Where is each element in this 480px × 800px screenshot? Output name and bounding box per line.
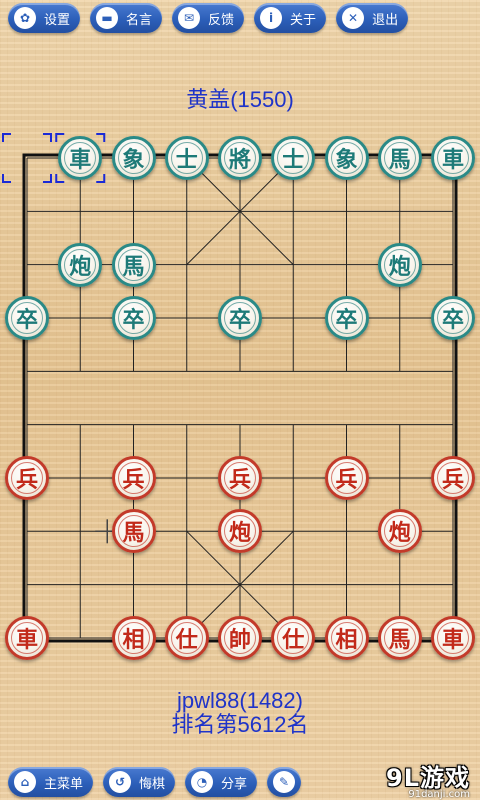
undo-button[interactable]: ↺ 悔棋: [103, 767, 176, 797]
red-piece[interactable]: 相: [111, 615, 156, 660]
piece-label: 帥: [228, 627, 251, 653]
move-marker-corner: [96, 133, 106, 142]
black-piece[interactable]: 馬: [111, 242, 156, 287]
black-piece[interactable]: 馬: [377, 136, 422, 180]
board-grid: [26, 157, 454, 639]
black-piece[interactable]: 卒: [431, 295, 475, 340]
pencil-icon: ✎: [273, 771, 296, 793]
main-menu-label: 主菜单: [44, 776, 84, 792]
black-piece[interactable]: 車: [431, 136, 475, 180]
move-marker-corner: [2, 133, 11, 142]
bottom-player-rank: 排名第5612名: [171, 712, 309, 737]
piece-label: 相: [335, 627, 358, 653]
red-piece[interactable]: 帥: [218, 615, 262, 660]
black-piece[interactable]: 車: [58, 136, 103, 180]
black-piece[interactable]: 卒: [111, 295, 156, 340]
piece-label: 卒: [15, 307, 38, 333]
brand-logo: 9L游戏 91danji.com: [386, 758, 470, 800]
piece-label: 兵: [122, 467, 145, 493]
red-piece[interactable]: 車: [431, 615, 475, 660]
red-piece[interactable]: 馬: [111, 509, 156, 554]
piece-label: 炮: [69, 254, 92, 280]
black-piece[interactable]: 士: [271, 136, 316, 180]
brand-text: 9L游戏: [386, 764, 470, 792]
black-piece[interactable]: 將: [218, 136, 262, 180]
black-piece[interactable]: 象: [111, 136, 156, 180]
red-piece[interactable]: 兵: [218, 455, 262, 500]
piece-label: 將: [228, 148, 251, 173]
piece-label: 兵: [441, 467, 464, 493]
piece-label: 炮: [388, 521, 411, 547]
chess-board[interactable]: [0, 0, 480, 800]
piece-label: 仕: [175, 627, 198, 653]
piece-label: 車: [441, 148, 464, 173]
undo-label: 悔棋: [139, 776, 166, 792]
move-marker-corner: [55, 133, 65, 142]
rss-icon: ◔: [191, 771, 214, 793]
home-icon: ⌂: [14, 771, 36, 793]
piece-label: 馬: [388, 627, 411, 653]
brand-subtext: 91danji.com: [408, 789, 470, 800]
piece-label: 相: [122, 627, 145, 653]
black-piece[interactable]: 象: [324, 136, 369, 180]
main-menu-button[interactable]: ⌂ 主菜单: [8, 767, 94, 797]
piece-label: 馬: [122, 521, 145, 547]
red-piece[interactable]: 馬: [377, 615, 422, 660]
piece-label: 炮: [228, 521, 251, 547]
red-piece[interactable]: 兵: [5, 455, 49, 500]
black-piece[interactable]: 炮: [58, 242, 103, 287]
piece-label: 兵: [335, 467, 358, 493]
piece-label: 象: [122, 148, 145, 173]
red-piece[interactable]: 兵: [431, 455, 475, 500]
share-button[interactable]: ◔ 分享: [185, 767, 258, 797]
piece-label: 馬: [122, 254, 145, 280]
move-marker-corner: [96, 174, 106, 183]
piece-label: 馬: [388, 148, 411, 173]
piece-label: 卒: [122, 307, 145, 333]
piece-label: 炮: [388, 254, 411, 280]
piece-label: 仕: [282, 627, 305, 653]
piece-label: 士: [175, 148, 198, 173]
move-marker-corner: [43, 133, 52, 142]
black-piece[interactable]: 士: [164, 136, 209, 180]
red-piece[interactable]: 炮: [218, 509, 262, 554]
piece-label: 兵: [15, 467, 38, 493]
piece-label: 象: [335, 148, 358, 173]
piece-label: 卒: [228, 307, 251, 333]
bottom-player-name: jpwl88(1482): [177, 688, 303, 713]
red-piece[interactable]: 仕: [164, 615, 209, 660]
black-piece[interactable]: 卒: [324, 295, 369, 340]
move-marker-corner: [43, 174, 52, 183]
share-label: 分享: [221, 776, 248, 792]
red-piece[interactable]: 車: [5, 615, 49, 660]
piece-label: 車: [441, 627, 464, 653]
piece-label: 車: [69, 148, 92, 173]
piece-label: 兵: [228, 467, 251, 493]
red-piece[interactable]: 兵: [324, 455, 369, 500]
black-piece[interactable]: 卒: [218, 295, 262, 340]
piece-label: 卒: [335, 307, 358, 333]
piece-label: 士: [282, 148, 305, 173]
move-marker-corner: [55, 174, 65, 183]
move-marker-corner: [2, 174, 11, 183]
red-piece[interactable]: 仕: [271, 615, 316, 660]
piece-label: 卒: [441, 307, 464, 333]
red-piece[interactable]: 炮: [377, 509, 422, 554]
black-piece[interactable]: 卒: [5, 295, 49, 340]
piece-label: 車: [15, 627, 38, 653]
undo-icon: ↺: [109, 771, 132, 793]
edit-button[interactable]: ✎: [267, 767, 302, 797]
black-piece[interactable]: 炮: [377, 242, 422, 287]
red-piece[interactable]: 相: [324, 615, 369, 660]
red-piece[interactable]: 兵: [111, 455, 156, 500]
